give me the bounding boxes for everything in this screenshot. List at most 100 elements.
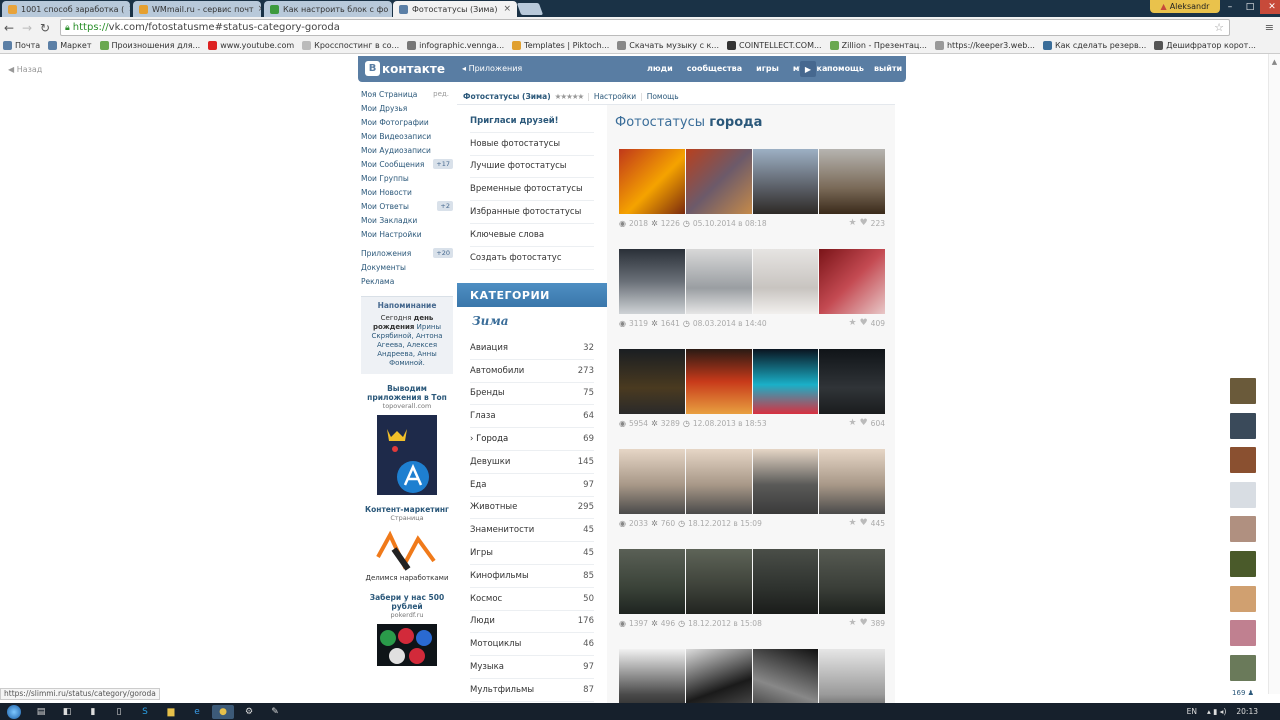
browser-tab-active[interactable]: Фотостатусы (Зима) × <box>393 1 517 17</box>
forward-arrow-icon[interactable]: → <box>18 19 36 37</box>
category-item[interactable]: Автомобили 273 <box>470 360 594 383</box>
vk-logo[interactable]: В контакте <box>365 61 445 76</box>
photostatus-image-strip[interactable] <box>619 449 885 514</box>
photostatus-image[interactable] <box>685 249 752 314</box>
left-menu-item[interactable]: Мои Сообщения +17 <box>361 157 453 171</box>
bookmark-item[interactable]: Дешифратор корот... <box>1154 41 1256 50</box>
scroll-up-arrow-icon[interactable]: ▲ <box>1269 58 1280 66</box>
left-menu-item[interactable]: Реклама <box>361 274 453 288</box>
left-menu-item[interactable]: Документы <box>361 260 453 274</box>
photostatus-set[interactable]: ◉ 5954 ✲ 3289 ◷ 12.08.2013 в 18:53 ★ ♥ 604 <box>619 349 885 431</box>
like-heart-icon[interactable]: ♥ <box>860 618 868 628</box>
sub-menu-item[interactable]: Создать фотостатус <box>470 247 594 270</box>
photostatus-image[interactable] <box>619 449 685 514</box>
minimize-icon[interactable]: – <box>1220 0 1240 14</box>
photostatus-image[interactable] <box>752 349 819 414</box>
photostatus-image[interactable] <box>619 349 685 414</box>
left-menu-item[interactable]: Мои Новости <box>361 185 453 199</box>
nav-logout[interactable]: выйти <box>869 64 907 73</box>
play-icon[interactable]: ▶ <box>800 61 816 77</box>
bookmark-item[interactable]: https://keeper3.web... <box>934 41 1035 50</box>
close-window-icon[interactable]: ✕ <box>1260 0 1280 14</box>
ie-taskbar-icon[interactable]: e <box>186 705 208 719</box>
category-item[interactable]: Космос 50 <box>470 588 594 611</box>
left-menu-item[interactable]: Мои Друзья <box>361 101 453 115</box>
like-heart-icon[interactable]: ♥ <box>860 418 868 428</box>
left-menu-item[interactable]: Приложения +20 <box>361 246 453 260</box>
browser-tab-1[interactable]: 1001 способ заработка ( × <box>2 1 130 17</box>
category-item[interactable]: Девушки 145 <box>470 451 594 474</box>
tray-icons[interactable]: ▴ ▮ ◂) <box>1207 707 1226 716</box>
content-marketing-logo-icon[interactable] <box>374 527 440 571</box>
photostatus-image-strip[interactable] <box>619 149 885 214</box>
nav-communities[interactable]: сообщества <box>680 64 749 73</box>
back-arrow-icon[interactable]: ← <box>0 19 18 37</box>
header-apps-link[interactable]: ◂ Приложения <box>462 64 522 73</box>
profile-button[interactable]: ▲ Aleksandr <box>1150 0 1220 13</box>
friend-avatar[interactable] <box>1230 412 1256 439</box>
photostatus-image[interactable] <box>752 549 819 614</box>
category-item[interactable]: Бренды 75 <box>470 383 594 406</box>
photostatus-image[interactable] <box>685 449 752 514</box>
ad-block-2[interactable]: Контент-маркетинг Страница Делимся нараб… <box>361 505 453 583</box>
left-menu-item[interactable]: Мои Закладки <box>361 213 453 227</box>
ad-block-3[interactable]: Забери у нас 500 рублей pokerdf.ru <box>361 593 453 666</box>
like-heart-icon[interactable]: ♥ <box>860 318 868 328</box>
friend-avatar[interactable] <box>1230 550 1256 577</box>
left-menu-item[interactable]: Мои Видеозаписи <box>361 129 453 143</box>
left-menu-item[interactable]: Мои Настройки <box>361 227 453 241</box>
category-item[interactable]: Люди 176 <box>470 611 594 634</box>
tablet-taskbar-icon[interactable]: ◧ <box>56 705 78 719</box>
friend-avatar[interactable] <box>1230 481 1256 508</box>
category-item[interactable]: Еда 97 <box>470 474 594 497</box>
photostatus-set[interactable]: ◉ 3119 ✲ 1641 ◷ 08.03.2014 в 14:40 ★ ♥ 409 <box>619 249 885 331</box>
maximize-icon[interactable]: □ <box>1240 0 1260 14</box>
settings-link[interactable]: Настройки <box>594 92 636 101</box>
left-menu-item[interactable]: Моя Страница ред. <box>361 87 453 101</box>
category-item[interactable]: Животные 295 <box>470 497 594 520</box>
app-taskbar-icon[interactable]: ✎ <box>264 705 286 719</box>
ad-title[interactable]: Контент-маркетинг <box>361 505 453 514</box>
photostatus-image[interactable] <box>619 549 685 614</box>
left-menu-item[interactable]: Мои Группы <box>361 171 453 185</box>
chrome-taskbar-icon[interactable]: ● <box>212 704 234 719</box>
nav-help[interactable]: помощь <box>822 64 869 73</box>
photostatus-image[interactable] <box>619 249 685 314</box>
photostatus-image-strip[interactable] <box>619 249 885 314</box>
favorite-star-icon[interactable]: ★ <box>849 218 857 228</box>
media-taskbar-icon[interactable]: ▮ <box>82 705 104 719</box>
sub-menu-item[interactable]: Избранные фотостатусы <box>470 201 594 224</box>
tab-close-icon[interactable]: × <box>258 4 261 14</box>
photostatus-image[interactable] <box>819 249 885 314</box>
photostatus-image[interactable] <box>819 549 885 614</box>
photostatus-image-strip[interactable] <box>619 549 885 614</box>
breadcrumb-app-name[interactable]: Фотостатусы (Зима) <box>463 92 551 101</box>
folder-taskbar-icon[interactable]: ▆ <box>160 705 182 719</box>
bookmark-item[interactable]: Произношения для... <box>99 41 200 50</box>
online-friends-count[interactable]: 169 ♟ <box>1230 689 1256 697</box>
photostatus-image[interactable] <box>685 349 752 414</box>
bookmark-item[interactable]: Templates | Piktoch... <box>512 41 609 50</box>
friend-avatar[interactable] <box>1230 585 1256 612</box>
category-item[interactable]: Музыка 97 <box>470 656 594 679</box>
back-link[interactable]: ◀ Назад <box>8 65 42 74</box>
ad-title[interactable]: Забери у нас 500 рублей <box>361 593 453 611</box>
photostatus-image-strip[interactable] <box>619 349 885 414</box>
address-bar[interactable]: 🔒︎ https:// vk.com/fotostatusme#status-c… <box>60 19 1230 36</box>
tab-close-icon[interactable]: × <box>128 4 130 14</box>
sub-menu-item[interactable]: Новые фотостатусы <box>470 133 594 156</box>
season-label[interactable]: Зима <box>472 314 509 328</box>
friend-avatar[interactable] <box>1230 516 1256 543</box>
bookmark-item[interactable]: Скачать музыку с к... <box>617 41 719 50</box>
photostatus-image[interactable] <box>619 149 685 214</box>
favorite-star-icon[interactable]: ★ <box>849 618 857 628</box>
browser-tab-2[interactable]: WMmail.ru - сервис почт × <box>133 1 261 17</box>
skype-taskbar-icon[interactable]: S <box>134 705 156 719</box>
favorite-star-icon[interactable]: ★ <box>849 418 857 428</box>
photostatus-set[interactable]: ◉ 2033 ✲ 760 ◷ 18.12.2012 в 15:09 ★ ♥ 445 <box>619 449 885 531</box>
explorer-taskbar-icon[interactable]: ▤ <box>30 705 52 719</box>
reload-icon[interactable]: ↻ <box>36 19 54 37</box>
photostatus-image[interactable] <box>685 549 752 614</box>
category-item[interactable]: Глаза 64 <box>470 405 594 429</box>
photostatus-image[interactable] <box>819 449 885 514</box>
